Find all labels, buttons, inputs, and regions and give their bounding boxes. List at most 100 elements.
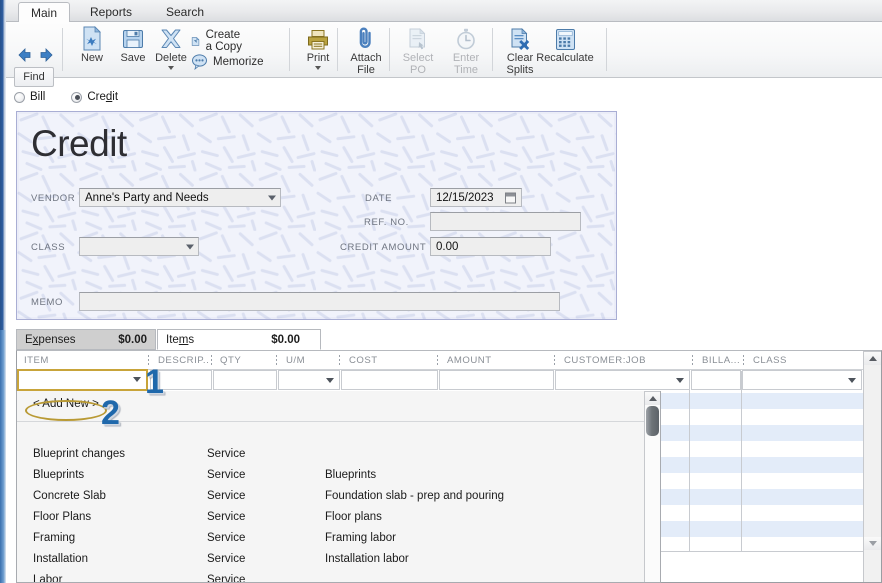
- row1-class-caret-icon[interactable]: [848, 378, 856, 383]
- column-divider-6[interactable]: [554, 355, 555, 366]
- radio-bill-label: Bill: [30, 91, 46, 103]
- radio-bill[interactable]: Bill: [14, 91, 45, 103]
- toolbar-separator-1: [62, 28, 63, 71]
- dropdown-item-name: Floor Plans: [33, 510, 92, 523]
- tab-main[interactable]: Main: [18, 2, 70, 23]
- column-header-qty[interactable]: QTY: [215, 351, 275, 370]
- grid-scroll-up-button[interactable]: [864, 352, 881, 365]
- delete-dropdown-caret-icon[interactable]: [168, 65, 174, 70]
- row1-customer-job-caret-icon[interactable]: [676, 378, 684, 383]
- column-header-billable[interactable]: BILLA...: [697, 351, 745, 370]
- row1-cell-customer-job[interactable]: [555, 370, 690, 390]
- delete-button[interactable]: Delete: [147, 25, 195, 70]
- scroll-down-arrow-icon: [868, 541, 877, 546]
- print-dropdown-caret-icon[interactable]: [315, 65, 321, 70]
- dropdown-item-row[interactable]: Labor Service: [17, 569, 644, 583]
- class-field[interactable]: [79, 237, 199, 256]
- dropdown-scrollbar[interactable]: [644, 391, 660, 582]
- attach-file-button[interactable]: Attach File: [342, 25, 390, 76]
- radio-bill-dot: [14, 91, 25, 103]
- dropdown-scroll-thumb[interactable]: [646, 406, 659, 436]
- date-field[interactable]: 12/15/2023: [430, 188, 522, 207]
- column-divider-3[interactable]: [276, 355, 277, 366]
- row1-cell-um[interactable]: [278, 370, 340, 390]
- row1-cell-qty[interactable]: [213, 370, 277, 390]
- dropdown-item-row[interactable]: Installation Service Installation labor: [17, 548, 644, 569]
- forward-arrow-icon[interactable]: [39, 48, 55, 62]
- dropdown-item-type: Service: [207, 468, 246, 481]
- tab-search[interactable]: Search: [154, 1, 216, 22]
- column-divider-7[interactable]: [692, 355, 693, 366]
- enter-time-button[interactable]: Enter Time: [442, 25, 490, 76]
- dropdown-item-name: Framing: [33, 531, 76, 544]
- grid-scrollbar[interactable]: [863, 351, 881, 582]
- dropdown-item-name: Blueprint changes: [33, 447, 126, 460]
- vendor-dropdown-caret-icon[interactable]: [268, 195, 276, 200]
- dropdown-item-description: Installation labor: [325, 552, 409, 565]
- row1-cell-amount[interactable]: [439, 370, 554, 390]
- column-divider-5[interactable]: [437, 355, 438, 366]
- tab-expenses-amount: $0.00: [118, 333, 147, 346]
- dropdown-item-row[interactable]: Framing Service Framing labor: [17, 527, 644, 548]
- class-dropdown-caret-icon[interactable]: [186, 244, 194, 249]
- row1-cell-billable[interactable]: [691, 370, 741, 390]
- column-divider-8[interactable]: [743, 355, 744, 366]
- ribbon-tab-bar: Main Reports Search: [6, 0, 882, 23]
- tab-expenses[interactable]: Expenses $0.00: [16, 329, 156, 350]
- column-divider-4[interactable]: [339, 355, 340, 366]
- new-button-label: New: [80, 52, 103, 64]
- calculator-icon: [554, 25, 577, 51]
- toolbar-separator-4: [389, 28, 390, 71]
- dropdown-item-description: Foundation slab - prep and pouring: [325, 489, 505, 502]
- vendor-field[interactable]: Anne's Party and Needs: [79, 188, 281, 207]
- radio-credit[interactable]: Credit: [71, 91, 118, 103]
- ref-no-label: REF. NO.: [364, 217, 409, 228]
- create-copy-button[interactable]: Create a Copy: [191, 29, 248, 53]
- back-arrow-icon[interactable]: [16, 48, 32, 62]
- delete-x-icon: [158, 25, 184, 51]
- item-cell-caret-icon[interactable]: [133, 377, 141, 382]
- select-po-button[interactable]: Select PO: [394, 25, 442, 76]
- tab-reports[interactable]: Reports: [78, 1, 144, 22]
- delete-button-label: Delete: [155, 52, 187, 64]
- scroll-up-arrow-icon: [868, 356, 877, 361]
- row1-cell-class[interactable]: [742, 370, 862, 390]
- dropdown-item-row[interactable]: Concrete Slab Service Foundation slab - …: [17, 485, 644, 506]
- column-header-amount[interactable]: AMOUNT: [442, 351, 552, 370]
- memorize-button[interactable]: Memorize: [191, 53, 263, 70]
- memorize-label: Memorize: [213, 55, 264, 68]
- printer-icon: [306, 25, 330, 51]
- column-header-um[interactable]: U/M: [281, 351, 341, 370]
- credit-amount-value: 0.00: [436, 240, 459, 253]
- memo-field[interactable]: [79, 292, 560, 311]
- calendar-icon[interactable]: [505, 192, 516, 203]
- grid-scroll-down-button[interactable]: [864, 537, 881, 550]
- tab-items[interactable]: Items $0.00: [157, 329, 321, 350]
- item-cell-active[interactable]: [17, 369, 148, 391]
- row1-um-caret-icon[interactable]: [326, 378, 334, 383]
- print-button[interactable]: Print: [294, 25, 342, 70]
- memo-label: MEMO: [31, 297, 63, 308]
- credit-amount-field[interactable]: 0.00: [430, 237, 551, 256]
- recalculate-button[interactable]: Recalculate: [534, 25, 596, 65]
- tab-items-label: Items: [166, 333, 195, 346]
- tab-items-amount: $0.00: [271, 333, 300, 346]
- column-header-class[interactable]: CLASS: [748, 351, 838, 370]
- memorize-icon: [192, 54, 207, 70]
- dropdown-item-row[interactable]: Floor Plans Service Floor plans: [17, 506, 644, 527]
- date-value: 12/15/2023: [436, 191, 494, 204]
- row1-cell-cost[interactable]: [341, 370, 438, 390]
- column-divider-2[interactable]: [211, 355, 212, 366]
- dropdown-item-row[interactable]: Blueprints Service Blueprints: [17, 464, 644, 485]
- transaction-type-radio-group: Bill Credit: [14, 91, 118, 103]
- column-header-cost[interactable]: COST: [344, 351, 434, 370]
- column-header-customer-job[interactable]: CUSTOMER:JOB: [559, 351, 689, 370]
- recalculate-label: Recalculate: [536, 52, 594, 64]
- dropdown-item-row[interactable]: Blueprint changes Service: [17, 443, 644, 464]
- ref-no-field[interactable]: [430, 212, 581, 231]
- dropdown-scroll-up-button[interactable]: [645, 392, 660, 405]
- column-header-item[interactable]: ITEM: [19, 351, 144, 370]
- find-button[interactable]: Find: [14, 67, 54, 87]
- find-button-label: Find: [23, 71, 45, 83]
- dropdown-item-type: Service: [207, 489, 246, 502]
